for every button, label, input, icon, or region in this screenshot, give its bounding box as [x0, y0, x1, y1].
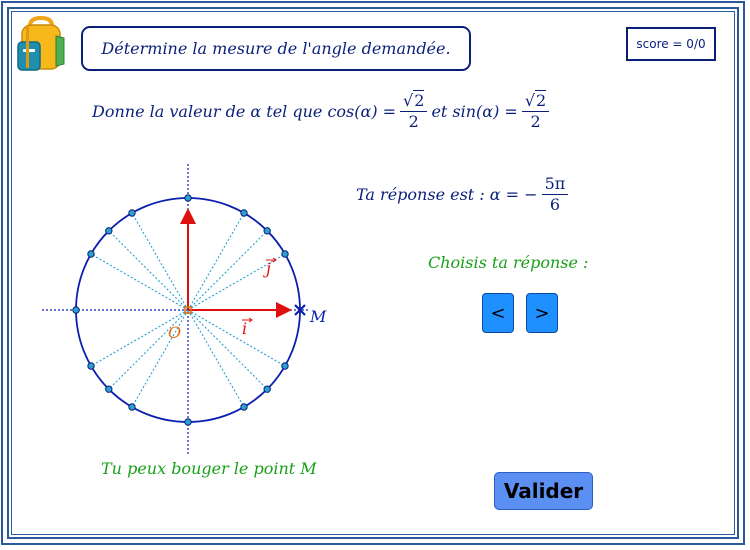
- i-label: i: [242, 319, 247, 338]
- j-label: j: [263, 259, 271, 278]
- angle-point-135: [105, 227, 113, 235]
- sin-denominator: 2: [530, 112, 541, 131]
- angle-point-150: [87, 250, 95, 258]
- choose-label: Choisis ta réponse :: [428, 253, 589, 272]
- sin-sqrt-sign: √: [524, 91, 536, 110]
- cos-numerator-root: 2: [413, 90, 425, 110]
- answer-denominator: 6: [549, 195, 561, 214]
- hint-text: Tu peux bouger le point M: [101, 459, 317, 478]
- angle-point-330: [281, 362, 289, 370]
- angle-point-225: [105, 385, 113, 393]
- previous-button[interactable]: <: [482, 293, 514, 333]
- angle-point-240: [128, 403, 136, 411]
- radius-line-300: [187, 309, 245, 408]
- backpack-icon: [17, 16, 65, 71]
- radius-line-315: [187, 309, 268, 390]
- cos-denominator: 2: [408, 112, 419, 131]
- radius-line-150: [90, 253, 189, 311]
- angle-point-45: [263, 227, 271, 235]
- angle-point-30: [281, 250, 289, 258]
- origin-label: O: [168, 323, 181, 342]
- instruction-box: Détermine la mesure de l'angle demandée.: [81, 26, 471, 71]
- radius-line-45: [187, 230, 268, 311]
- score-box: score = 0/0: [626, 27, 716, 61]
- score-text: score = 0/0: [636, 37, 706, 51]
- answer-fraction: 5π 6: [541, 174, 569, 215]
- question: Donne la valeur de α tel que cos(α) = √ 2…: [92, 90, 553, 132]
- angle-point-210: [87, 362, 95, 370]
- radius-line-60: [187, 212, 245, 311]
- angle-point-270: [184, 418, 192, 426]
- radius-line-330: [187, 309, 286, 367]
- radius-line-135: [108, 230, 189, 311]
- answer-numerator: 5π: [541, 174, 569, 195]
- validate-button[interactable]: Valider: [494, 472, 593, 510]
- sin-fraction: √ 2 2: [521, 90, 550, 132]
- question-prefix: Donne la valeur de α tel que cos(α) =: [92, 101, 397, 121]
- angle-point-300: [240, 403, 248, 411]
- instruction-text: Détermine la mesure de l'angle demandée.: [101, 39, 451, 58]
- cos-sqrt-sign: √: [403, 91, 414, 110]
- radius-line-225: [108, 309, 189, 390]
- angle-point-60: [240, 209, 248, 217]
- cos-fraction: √ 2 2: [400, 90, 428, 132]
- sin-numerator-root: 2: [535, 90, 547, 110]
- answer-prefix: Ta réponse est : α = −: [356, 185, 538, 204]
- answer: Ta réponse est : α = − 5π 6: [356, 174, 572, 215]
- next-button[interactable]: >: [526, 293, 558, 333]
- angle-point-180: [72, 306, 80, 314]
- radius-line-120: [131, 212, 189, 311]
- angle-point-315: [263, 385, 271, 393]
- angle-point-120: [128, 209, 136, 217]
- question-middle: et sin(α) =: [431, 101, 518, 121]
- angle-point-90: [184, 194, 192, 202]
- trig-circle[interactable]: Oi j M: [30, 160, 340, 460]
- point-m-label: M: [309, 307, 327, 326]
